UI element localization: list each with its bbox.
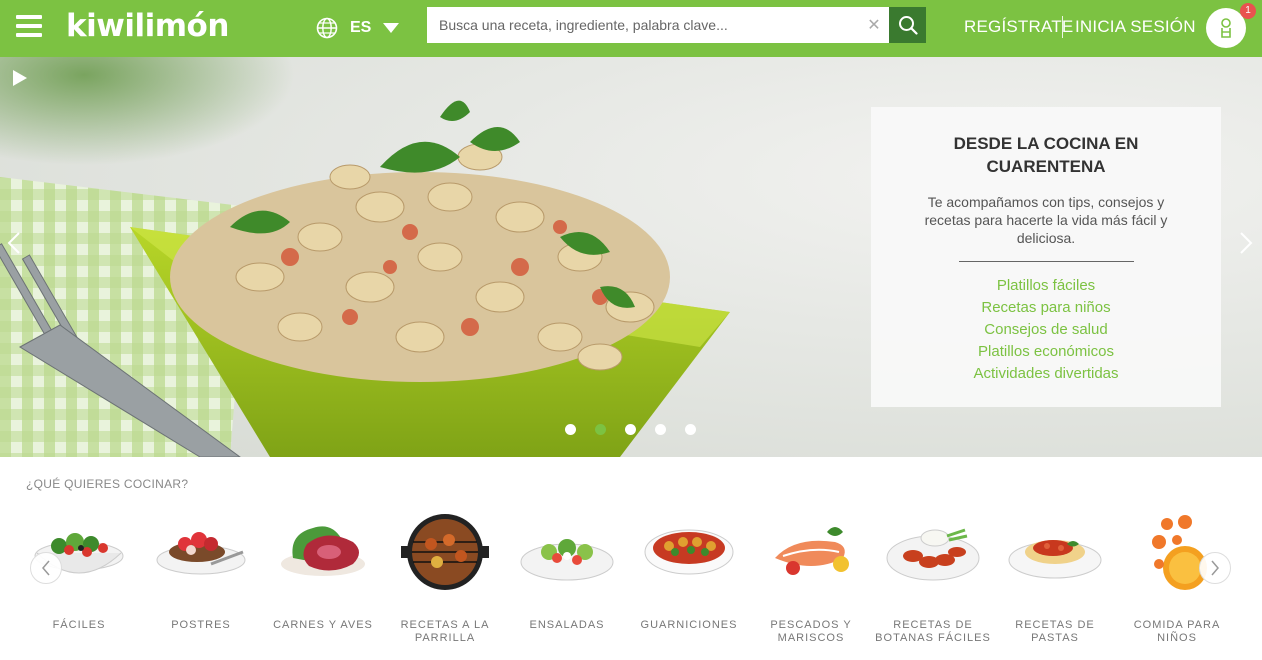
promo-link-consejos-salud[interactable]: Consejos de salud xyxy=(871,319,1221,341)
pasta-icon xyxy=(1008,540,1102,579)
category-label: PESCADOS Y MARISCOS xyxy=(770,619,852,644)
clear-icon[interactable]: ✕ xyxy=(859,15,889,35)
search-button[interactable] xyxy=(889,7,926,43)
globe-icon xyxy=(316,17,338,39)
play-icon[interactable] xyxy=(12,69,28,87)
login-link[interactable]: INICIA SESIÓN xyxy=(1075,17,1196,37)
search-bar: ✕ xyxy=(427,7,889,43)
search-icon xyxy=(898,16,918,35)
category-label: CARNES Y AVES xyxy=(273,619,373,631)
category-guarniciones[interactable]: GUARNICIONES xyxy=(628,508,750,653)
logo[interactable]: kiwilimón xyxy=(66,8,229,44)
carousel-prev-button[interactable] xyxy=(30,552,62,584)
hero-slider: DESDE LA COCINA EN CUARENTENA Te acompañ… xyxy=(0,57,1262,457)
promo-link-recetas-ninos[interactable]: Recetas para niños xyxy=(871,297,1221,319)
slider-dot[interactable] xyxy=(685,424,696,435)
salad-plate-icon xyxy=(520,539,614,581)
section-title: ¿QUÉ QUIERES COCINAR? xyxy=(26,477,189,491)
category-label: RECETAS DE BOTANAS FÁCILES xyxy=(875,619,991,644)
category-postres[interactable]: POSTRES xyxy=(140,508,262,653)
slider-dot-active[interactable] xyxy=(595,424,606,435)
category-label: GUARNICIONES xyxy=(640,619,738,631)
slider-dots xyxy=(565,424,715,435)
meat-icon xyxy=(281,526,365,576)
category-pastas[interactable]: RECETAS DE PASTAS xyxy=(994,508,1116,653)
slider-dot[interactable] xyxy=(565,424,576,435)
auth-divider xyxy=(1062,16,1063,38)
category-pescados[interactable]: PESCADOS Y MARISCOS xyxy=(750,508,872,653)
grill-icon xyxy=(401,514,489,590)
fish-icon xyxy=(775,527,849,575)
hamburger-menu-icon[interactable] xyxy=(16,15,42,37)
notification-badge: 1 xyxy=(1240,3,1256,19)
category-carnes-aves[interactable]: CARNES Y AVES xyxy=(262,508,384,653)
category-label: ENSALADAS xyxy=(529,619,605,631)
wings-icon xyxy=(886,528,980,581)
category-carousel: FÁCILES POSTRES CARNES Y AVES RECETAS A … xyxy=(18,508,1248,658)
category-label: FÁCILES xyxy=(52,619,106,631)
carousel-next-button[interactable] xyxy=(1199,552,1231,584)
register-link[interactable]: REGÍSTRATE xyxy=(964,17,1073,37)
promo-link-platillos-economicos[interactable]: Platillos económicos xyxy=(871,341,1221,363)
slider-next-icon[interactable] xyxy=(1238,231,1254,255)
chevron-left-icon xyxy=(42,560,50,576)
dessert-plate-icon xyxy=(156,532,246,575)
category-botanas[interactable]: RECETAS DE BOTANAS FÁCILES xyxy=(872,508,994,653)
chevron-down-icon xyxy=(383,23,400,33)
top-header: kiwilimón ES ✕ REGÍSTRATE INICIA SESIÓN … xyxy=(0,0,1262,57)
category-parrilla[interactable]: RECETAS A LA PARRILLA xyxy=(384,508,506,653)
chevron-right-icon xyxy=(1211,560,1219,576)
category-label: COMIDA PARA NIÑOS xyxy=(1133,619,1221,644)
promo-card: DESDE LA COCINA EN CUARENTENA Te acompañ… xyxy=(871,107,1221,407)
language-selector[interactable]: ES xyxy=(316,16,400,40)
promo-link-platillos-faciles[interactable]: Platillos fáciles xyxy=(871,275,1221,297)
casserole-icon xyxy=(644,529,734,575)
promo-divider xyxy=(958,261,1134,262)
promo-description: Te acompañamos con tips, consejos y rece… xyxy=(924,194,1168,246)
slider-prev-icon[interactable] xyxy=(6,231,22,255)
promo-title: DESDE LA COCINA EN CUARENTENA xyxy=(953,134,1139,176)
language-code: ES xyxy=(350,19,372,36)
promo-link-actividades[interactable]: Actividades divertidas xyxy=(871,363,1221,385)
slider-dot[interactable] xyxy=(625,424,636,435)
category-label: RECETAS DE PASTAS xyxy=(1015,619,1095,644)
category-ensaladas[interactable]: ENSALADAS xyxy=(506,508,628,653)
category-label: RECETAS A LA PARRILLA xyxy=(400,619,490,644)
slider-dot[interactable] xyxy=(655,424,666,435)
category-label: POSTRES xyxy=(171,619,231,631)
chef-icon xyxy=(1221,18,1231,38)
search-input[interactable] xyxy=(427,8,859,42)
